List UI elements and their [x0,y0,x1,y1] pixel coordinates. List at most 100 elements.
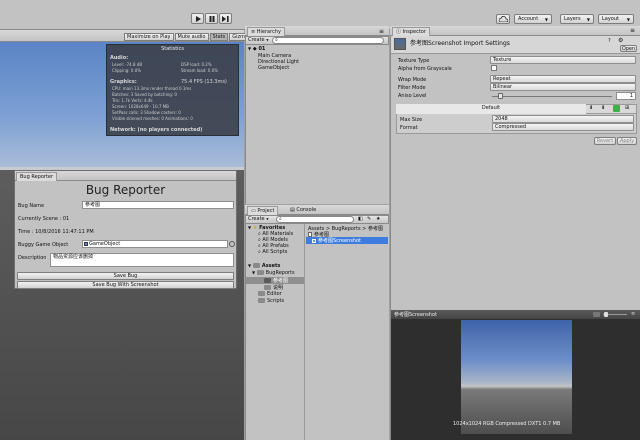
layout-dropdown[interactable]: Layout ▼ [598,14,634,24]
scene-root[interactable]: ▼ ◆ 01 [248,46,265,52]
play-button[interactable] [191,13,204,24]
layout-label: Layout [602,16,619,22]
format-label: Format [400,125,418,131]
open-button[interactable]: Open [620,45,637,52]
hierarchy-item-gameobject[interactable]: GameObject [258,65,289,71]
tree-reference-image[interactable]: 参考图 [264,277,288,284]
revert-button[interactable]: Revert [594,137,616,145]
favorite-all-scripts[interactable]: ⌕ All Scripts [258,249,287,255]
folder-icon [252,263,260,268]
account-dropdown[interactable]: Account ▼ [514,14,552,24]
wrap-mode-dropdown[interactable]: Repeat [490,75,636,83]
bug-reporter-tab[interactable]: Bug Reporter [16,172,58,181]
save-bug-screenshot-button[interactable]: Save Bug With Screenshot [17,281,234,289]
inspector-tab[interactable]: ⓘ Inspector [392,27,430,36]
max-size-dropdown[interactable]: 2048 [492,115,634,123]
platform-download-icon-2[interactable]: ⬇ [601,105,605,111]
hierarchy-tab[interactable]: ≡ Hierarchy [247,27,285,36]
bug-reporter-title: Bug Reporter [85,183,166,197]
chevron-down-icon: ▼ [248,46,252,51]
project-create-button[interactable]: Create ▼ [248,216,269,222]
game-toolbar-buttons: Maximize on Play Mute audio Stats Gizmos [124,33,254,41]
chevron-down-icon: ▼ [626,16,630,22]
help-icon[interactable]: ? [608,38,611,44]
hierarchy-tab-label: Hierarchy [256,29,281,35]
hierarchy-menu-icon[interactable]: ≡ [379,28,384,35]
maximize-on-play-button[interactable]: Maximize on Play [124,33,174,41]
preview-mip-handle[interactable] [604,312,608,317]
settings-gear-icon[interactable]: ⚙ [618,37,623,44]
aniso-level-field[interactable]: 1 [616,92,636,100]
format-dropdown[interactable]: Compressed [492,123,634,131]
assets-root[interactable]: ▼ Assets [248,263,280,269]
project-tab[interactable]: ▭ Project [247,206,279,215]
tree-readme[interactable]: 说明 [264,284,283,291]
cloud-icon [498,16,508,22]
platform-android-icon[interactable] [613,105,620,112]
bug-name-label: Bug Name [18,203,45,209]
aniso-level-label: Aniso Level [398,93,427,99]
layers-dropdown[interactable]: Layers ▼ [560,14,594,24]
stats-audio-level: Level: -74.8 dB [112,62,143,67]
file-screenshot[interactable]: 参考图Screenshot [312,237,361,244]
aniso-slider-handle[interactable] [498,93,503,99]
assets-label: Assets [261,263,281,269]
stats-title: Statistics [161,46,184,52]
stats-clipping: Clipping: 0.0% [112,68,142,73]
platform-grid-icon[interactable]: ⊞ [625,105,629,111]
texture-type-dropdown[interactable]: Texture [490,56,636,64]
stats-button[interactable]: Stats [209,33,229,41]
cube-icon [84,241,88,246]
project-create-label: Create [248,216,265,222]
preview-menu-icon[interactable]: ≡ [631,311,635,317]
hierarchy-create-button[interactable]: Create ▼ [248,37,269,43]
chevron-down-icon: ▼ [544,16,548,22]
layers-label: Layers [564,16,581,22]
tree-label: Editor [267,291,282,297]
object-picker-icon[interactable] [229,241,235,247]
filter-by-label-icon[interactable]: ✎ [367,216,371,222]
hierarchy-create-label: Create [248,37,265,43]
chevron-down-icon: ▼ [248,225,252,230]
step-button[interactable] [219,13,232,24]
current-scene-text: Currently Scene : 01 [18,216,70,222]
console-tab[interactable]: ▤ Console [287,206,319,215]
buggy-object-field[interactable]: GameObject [82,240,228,248]
stats-skinned: Visible skinned meshes: 0 Animations: 0 [112,116,193,121]
save-bug-button[interactable]: Save Bug [17,272,234,280]
search-icon: ⌕ [258,249,261,255]
mute-audio-button[interactable]: Mute audio [174,33,209,41]
buggy-object-label: Buggy Game Object [18,242,69,248]
tree-editor[interactable]: Editor [258,291,282,297]
tree-bugreports[interactable]: ▼ BugReports [252,270,295,276]
search-icon: ⌕ [279,216,282,222]
preview-image [461,320,572,434]
platform-download-icon[interactable]: ⬇ [589,105,593,111]
chevron-down-icon: ▼ [266,38,269,42]
filter-mode-dropdown[interactable]: Bilinear [490,83,636,91]
project-search[interactable]: ⌕ [276,216,354,223]
statistics-panel: Statistics Audio: Level: -74.8 dB DSP lo… [106,44,239,136]
aniso-slider-track[interactable] [492,96,612,97]
folder-icon [264,285,271,290]
buggy-object-value: GameObject [89,241,121,247]
platform-default-tab[interactable]: Default [396,104,586,114]
alpha-grayscale-checkbox[interactable] [491,65,497,71]
hierarchy-search[interactable]: ⌕ [272,37,384,44]
preview-info: 1024x1024 RGB Compressed DXT1 0.7 MB [453,421,561,427]
preview-mode-toggle[interactable] [593,312,600,317]
texture-thumbnail [394,38,406,50]
wrap-mode-label: Wrap Mode [398,77,427,83]
star-icon[interactable]: ★ [376,216,380,222]
inspector-menu-icon[interactable]: ≡ [630,27,635,34]
pause-button[interactable] [205,13,218,24]
folder-icon [258,291,265,296]
bug-name-field[interactable]: 参考图 [82,201,234,209]
filter-by-type-icon[interactable]: ◧ [358,216,363,222]
description-field[interactable]: 物品资源应该删掉 [50,253,234,267]
cloud-button[interactable] [496,14,510,24]
tree-scripts[interactable]: Scripts [258,298,284,304]
folder-icon [264,278,271,283]
stats-fps: 75.4 FPS (13.3ms) [181,79,227,85]
apply-button[interactable]: Apply [617,137,637,145]
